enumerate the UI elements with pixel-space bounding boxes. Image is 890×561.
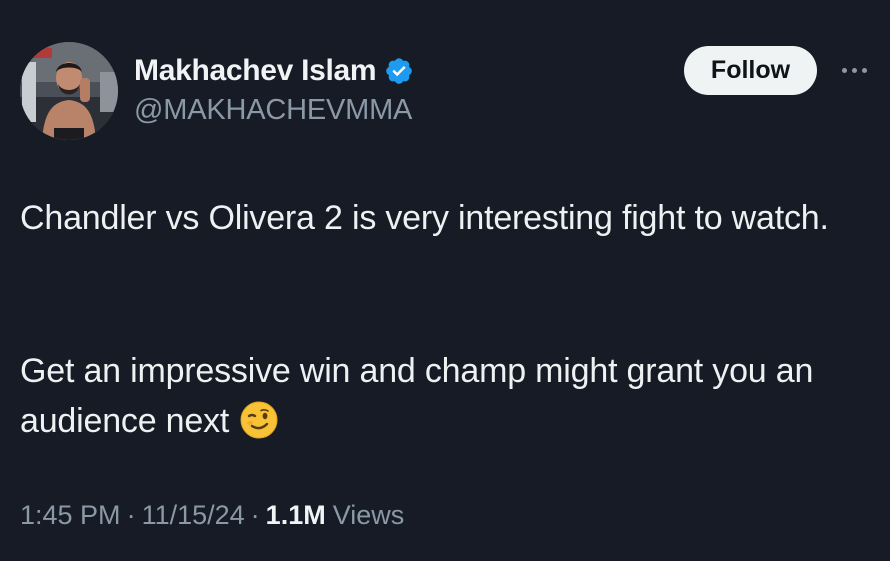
more-options-icon bbox=[841, 67, 847, 73]
winking-face-emoji-icon bbox=[240, 401, 278, 439]
more-options-icon-dot bbox=[851, 67, 857, 73]
tweet-time[interactable]: 1:45 PM bbox=[20, 500, 121, 531]
display-name[interactable]: Makhachev Islam bbox=[134, 54, 377, 88]
tweet-text-line: Get an impressive win and champ might gr… bbox=[20, 352, 814, 440]
author-name-row: Makhachev Islam bbox=[134, 52, 414, 90]
tweet-metadata: 1:45 PM · 11/15/24 · 1.1M Views bbox=[20, 500, 404, 531]
fighter-portrait-icon bbox=[20, 42, 118, 140]
views-count[interactable]: 1.1M bbox=[266, 500, 326, 531]
views-label: Views bbox=[332, 500, 405, 530]
avatar[interactable] bbox=[20, 42, 118, 140]
more-options-button[interactable] bbox=[834, 58, 874, 82]
tweet-paragraph-2: Get an impressive win and champ might gr… bbox=[20, 346, 870, 446]
tweet-date[interactable]: 11/15/24 bbox=[142, 500, 245, 531]
more-options-icon-dot bbox=[861, 67, 867, 73]
tweet-card: Makhachev Islam @MAKHACHEVMMA Follow Cha… bbox=[0, 0, 890, 561]
meta-separator: · bbox=[126, 500, 136, 530]
verified-badge-icon bbox=[386, 58, 413, 84]
meta-separator: · bbox=[250, 500, 260, 530]
tweet-paragraph-1: Chandler vs Olivera 2 is very interestin… bbox=[20, 193, 870, 243]
author-handle[interactable]: @MAKHACHEVMMA bbox=[134, 94, 412, 127]
follow-button[interactable]: Follow bbox=[684, 46, 817, 95]
tweet-text-line: Chandler vs Olivera 2 is very interestin… bbox=[20, 199, 829, 237]
